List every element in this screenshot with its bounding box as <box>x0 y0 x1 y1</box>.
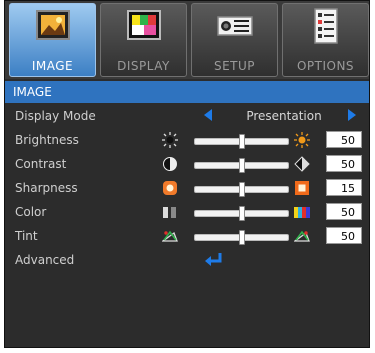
setting-label: Advanced <box>15 253 75 267</box>
enter-icon[interactable] <box>204 251 224 269</box>
tab-display[interactable]: DISPLAY <box>100 3 187 77</box>
display-icon <box>127 10 161 40</box>
options-icon <box>314 8 338 44</box>
contrast-low-icon <box>163 157 177 171</box>
slider-thumb[interactable] <box>238 182 245 197</box>
sun-dim-icon <box>162 132 178 148</box>
color-high-icon <box>294 207 310 218</box>
row-brightness[interactable]: Brightness 50 <box>5 129 369 153</box>
section-title: IMAGE <box>5 81 369 103</box>
setting-label: Tint <box>15 229 38 243</box>
contrast-high-icon <box>294 156 310 172</box>
row-tint[interactable]: Tint 50 <box>5 225 369 249</box>
row-sharpness[interactable]: Sharpness 15 <box>5 177 369 201</box>
color-low-icon <box>163 207 176 218</box>
setting-label: Brightness <box>15 133 79 147</box>
setting-value: 50 <box>326 203 362 220</box>
row-display-mode[interactable]: Display Mode Presentation <box>5 105 369 129</box>
setting-label: Display Mode <box>15 109 96 123</box>
sharpness-low-icon <box>163 181 177 195</box>
arrow-left-icon[interactable] <box>204 109 212 121</box>
row-advanced[interactable]: Advanced <box>5 249 369 273</box>
slider-thumb[interactable] <box>238 158 245 173</box>
tint-high-icon <box>294 230 310 242</box>
setting-label: Sharpness <box>15 181 78 195</box>
tab-label: IMAGE <box>31 59 74 73</box>
setting-value: 15 <box>326 179 362 196</box>
setting-label: Color <box>15 205 47 219</box>
tab-bar: IMAGE DISPLAY SETUP OPTIONS <box>5 1 369 79</box>
slider-thumb[interactable] <box>238 206 245 221</box>
display-mode-value: Presentation <box>246 109 322 123</box>
osd-menu: IMAGE DISPLAY SETUP OPTIONS IMAGE Displa… <box>4 0 370 348</box>
tab-label: SETUP <box>213 59 256 73</box>
tab-setup[interactable]: SETUP <box>191 3 278 77</box>
tab-image[interactable]: IMAGE <box>9 3 96 77</box>
sharpness-high-icon <box>295 181 309 195</box>
tab-label: OPTIONS <box>296 59 355 73</box>
setting-label: Contrast <box>15 157 67 171</box>
setting-value: 50 <box>326 155 362 172</box>
sun-bright-icon <box>294 132 310 148</box>
slider-thumb[interactable] <box>238 230 245 245</box>
tab-label: DISPLAY <box>117 59 170 73</box>
setting-value: 50 <box>326 131 362 148</box>
projector-icon <box>217 16 253 36</box>
row-color[interactable]: Color 50 <box>5 201 369 225</box>
arrow-right-icon[interactable] <box>348 109 356 121</box>
tab-options[interactable]: OPTIONS <box>282 3 369 77</box>
row-contrast[interactable]: Contrast 50 <box>5 153 369 177</box>
setting-value: 50 <box>326 227 362 244</box>
slider-thumb[interactable] <box>238 134 245 149</box>
image-icon <box>36 10 70 40</box>
tint-low-icon <box>162 230 178 242</box>
